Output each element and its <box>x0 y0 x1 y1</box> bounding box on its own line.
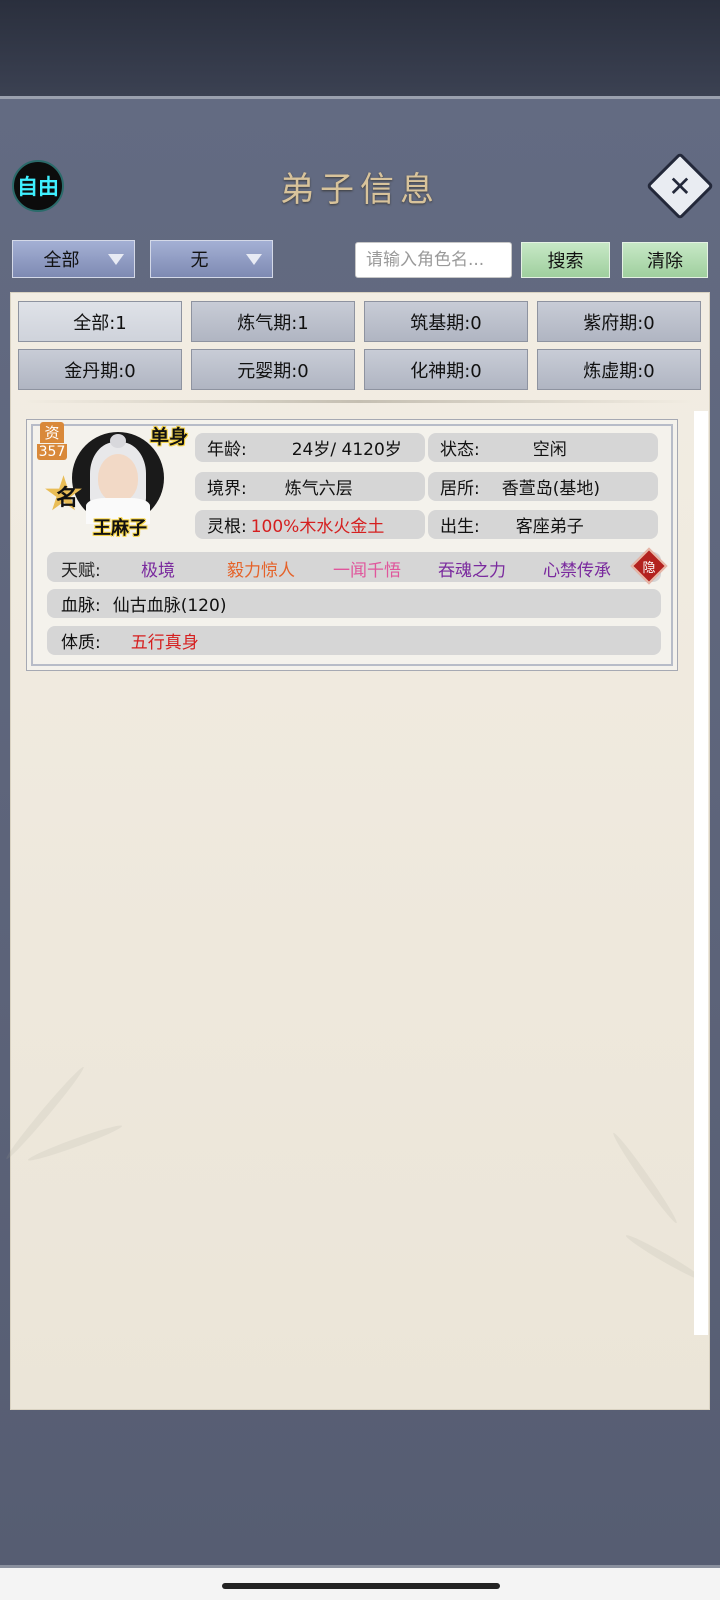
tab-purple-mansion[interactable]: 紫府期:0 <box>537 301 701 342</box>
tab-void-refining[interactable]: 炼虚期:0 <box>537 349 701 390</box>
physique-field: 体质: 五行真身 <box>47 626 661 655</box>
page-title: 弟子信息 <box>280 170 440 210</box>
home-indicator[interactable] <box>222 1583 500 1589</box>
spirit-root-label: 灵根: <box>207 517 247 537</box>
talent-row: 天赋: 极境 毅力惊人 一闻千悟 吞魂之力 心禁传承 <box>47 552 661 582</box>
aptitude-label: 资 <box>40 422 64 443</box>
tab-qi-refining[interactable]: 炼气期:1 <box>191 301 355 342</box>
tab-golden-core[interactable]: 金丹期:0 <box>18 349 182 390</box>
spirit-root-value: 100%木水火金土 <box>250 517 385 537</box>
top-dark-region <box>0 0 720 96</box>
rank-badge: 名 <box>56 485 79 511</box>
filter-dropdown-secondary[interactable]: 无 <box>150 240 273 278</box>
talent-item[interactable]: 一闻千悟 <box>333 556 401 581</box>
physique-value: 五行真身 <box>130 633 199 653</box>
status-label: 状态: <box>440 440 480 460</box>
tab-nascent-soul[interactable]: 元婴期:0 <box>191 349 355 390</box>
origin-label: 出生: <box>440 517 480 537</box>
origin-value: 客座弟子 <box>515 517 584 537</box>
list-scrollbar[interactable] <box>694 411 708 1335</box>
bloodline-value: 仙古血脉(120) <box>112 596 227 616</box>
bloodline-field: 血脉: 仙古血脉(120) <box>47 589 661 618</box>
talent-item[interactable]: 心禁传承 <box>543 556 611 581</box>
chevron-down-icon <box>246 254 262 265</box>
realm-field: 境界: 炼气六层 <box>195 472 425 501</box>
hidden-talent-label: 隐 <box>642 560 656 576</box>
bamboo-leaf-decoration <box>610 1130 680 1226</box>
talent-label: 天赋: <box>61 561 101 581</box>
residence-field: 居所: 香萱岛(基地) <box>428 472 658 501</box>
bloodline-label: 血脉: <box>61 596 101 616</box>
spirit-root-field: 灵根: 100%木水火金土 <box>195 510 425 539</box>
status-field: 状态: 空闲 <box>428 433 658 462</box>
physique-label: 体质: <box>61 633 101 653</box>
realm-value: 炼气六层 <box>284 479 353 499</box>
search-button[interactable]: 搜索 <box>521 242 610 278</box>
bamboo-leaf-decoration <box>26 1122 124 1164</box>
chevron-down-icon <box>108 254 124 265</box>
disciple-name: 王麻子 <box>93 518 147 539</box>
mode-badge[interactable]: 自由 <box>12 160 64 212</box>
residence-value: 香萱岛(基地) <box>501 479 600 499</box>
status-value: 空闲 <box>532 440 567 460</box>
marital-status: 单身 <box>150 426 189 448</box>
realm-label: 境界: <box>207 479 247 499</box>
close-x-icon: ✕ <box>668 169 692 203</box>
talent-item[interactable]: 毅力惊人 <box>227 556 295 581</box>
disciple-avatar-group[interactable]: 资 357 ★ 名 单身 王麻子 <box>37 422 190 547</box>
tab-foundation[interactable]: 筑基期:0 <box>364 301 528 342</box>
age-value: 24岁/ 4120岁 <box>291 440 402 460</box>
age-label: 年龄: <box>207 440 247 460</box>
age-field: 年龄: 24岁/ 4120岁 <box>195 433 425 462</box>
avatar-bun <box>110 434 126 448</box>
talent-item[interactable]: 极境 <box>141 556 175 581</box>
talent-item[interactable]: 吞魂之力 <box>438 556 506 581</box>
clear-button[interactable]: 清除 <box>622 242 708 278</box>
tab-all[interactable]: 全部:1 <box>18 301 182 342</box>
aptitude-value: 357 <box>37 444 67 460</box>
search-input[interactable] <box>355 242 512 278</box>
tab-spirit-transformation[interactable]: 化神期:0 <box>364 349 528 390</box>
residence-label: 居所: <box>440 479 480 499</box>
origin-field: 出生: 客座弟子 <box>428 510 658 539</box>
avatar-face <box>98 454 138 502</box>
filter-dropdown-category[interactable]: 全部 <box>12 240 135 278</box>
section-divider <box>24 400 694 403</box>
